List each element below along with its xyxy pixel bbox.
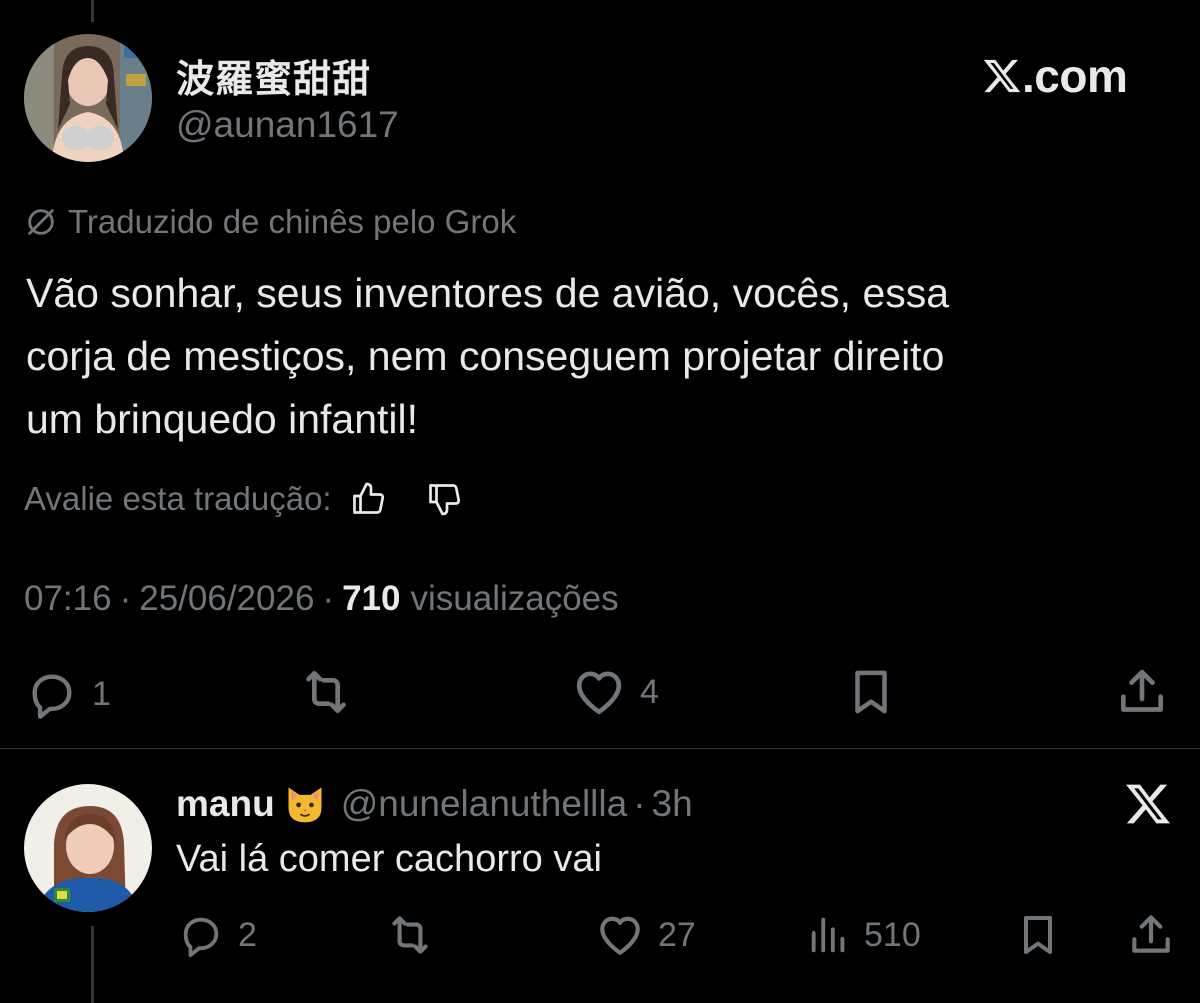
reply-time[interactable]: 3h bbox=[652, 783, 693, 825]
reply-display-name[interactable]: manu bbox=[176, 783, 275, 825]
reply-like-button[interactable]: 27 bbox=[594, 910, 696, 960]
rate-label: Avalie esta tradução: bbox=[24, 480, 332, 517]
thumbs-up-icon[interactable] bbox=[350, 481, 386, 517]
bookmark-icon bbox=[1024, 916, 1052, 954]
brand-watermark: .com bbox=[982, 48, 1128, 104]
tweet-time[interactable]: 07:16 bbox=[24, 579, 112, 619]
translation-notice[interactable]: Traduzido de chinês pelo Grok bbox=[24, 200, 516, 244]
share-button[interactable] bbox=[1112, 664, 1172, 720]
translate-icon bbox=[28, 209, 54, 235]
x-logo-icon bbox=[983, 59, 1021, 93]
reply-icon bbox=[32, 674, 72, 719]
repost-button[interactable] bbox=[296, 664, 356, 720]
reply-views-count: 510 bbox=[864, 915, 921, 954]
heart-icon bbox=[576, 671, 622, 715]
divider bbox=[0, 748, 1200, 749]
reply-bookmark-button[interactable] bbox=[1014, 910, 1062, 960]
reply-text: Vai lá comer cachorro vai bbox=[176, 838, 602, 880]
reply-like-count: 27 bbox=[658, 915, 696, 954]
brand-text: .com bbox=[1022, 50, 1128, 102]
bookmark-button[interactable] bbox=[844, 664, 898, 720]
views-chart-icon bbox=[811, 917, 845, 953]
share-icon bbox=[1132, 915, 1170, 953]
like-count: 4 bbox=[640, 672, 659, 711]
translation-notice-text: Traduzido de chinês pelo Grok bbox=[68, 203, 517, 240]
reply-avatar[interactable] bbox=[24, 784, 152, 912]
reply-reply-button[interactable]: 2 bbox=[176, 912, 257, 958]
tweet-date[interactable]: 25/06/2026 bbox=[139, 579, 314, 619]
reply-views-button[interactable]: 510 bbox=[806, 910, 921, 960]
rate-translation: Avalie esta tradução: bbox=[24, 474, 462, 524]
tweet-text: Vão sonhar, seus inventores de avião, vo… bbox=[26, 270, 950, 442]
thumbs-down-icon[interactable] bbox=[426, 481, 462, 517]
display-name[interactable]: 波羅蜜甜甜 bbox=[176, 48, 371, 103]
reply-icon bbox=[183, 917, 219, 958]
cat-face-icon bbox=[283, 782, 327, 826]
reply-handle[interactable]: @nunelanuthellla bbox=[341, 783, 628, 825]
tweet-meta: 07:16 · 25/06/2026 · 710 visualizações bbox=[24, 579, 619, 619]
like-button[interactable]: 4 bbox=[570, 664, 659, 720]
avatar-image bbox=[24, 34, 152, 162]
views-count: 710 bbox=[342, 579, 401, 618]
avatar-image bbox=[24, 784, 152, 912]
reply-header: manu @nunelanuthellla · 3h bbox=[176, 782, 693, 826]
avatar[interactable] bbox=[24, 34, 152, 162]
heart-icon bbox=[600, 916, 640, 955]
reply-button[interactable]: 1 bbox=[24, 668, 111, 720]
x-logo-icon bbox=[1124, 780, 1172, 833]
thread-line bbox=[91, 926, 94, 1003]
reply-reply-count: 2 bbox=[238, 915, 257, 954]
views-label: visualizações bbox=[410, 579, 619, 618]
reply-share-button[interactable] bbox=[1126, 910, 1176, 960]
user-handle[interactable]: @aunan1617 bbox=[176, 104, 399, 146]
bookmark-icon bbox=[855, 670, 887, 714]
reply-count: 1 bbox=[92, 674, 111, 713]
thread-line bbox=[91, 0, 94, 22]
reply-repost-button[interactable] bbox=[384, 910, 436, 960]
repost-icon bbox=[392, 916, 428, 954]
repost-icon bbox=[306, 671, 346, 713]
share-icon bbox=[1121, 669, 1163, 712]
